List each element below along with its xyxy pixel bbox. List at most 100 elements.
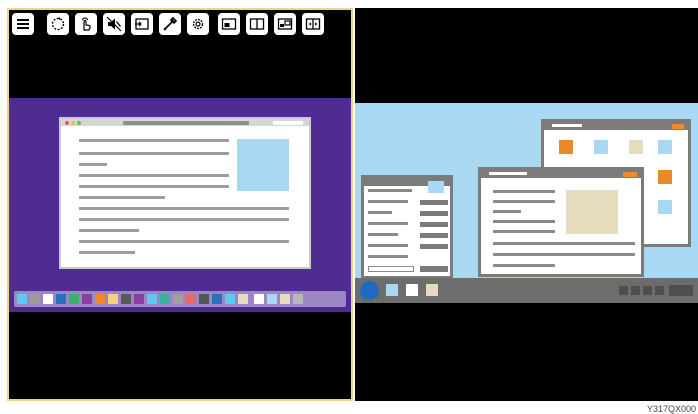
mac-dock bbox=[14, 291, 346, 307]
window-title-line bbox=[552, 124, 582, 127]
form-button bbox=[420, 266, 448, 272]
side-window bbox=[361, 175, 453, 279]
text-line bbox=[79, 163, 107, 166]
dock-app-icon[interactable] bbox=[17, 294, 27, 304]
eyedropper-icon[interactable] bbox=[159, 13, 181, 35]
text-line bbox=[493, 253, 635, 256]
mac-browser-window bbox=[59, 117, 311, 269]
image-placeholder bbox=[428, 181, 444, 193]
dock-app-icon[interactable] bbox=[280, 294, 290, 304]
file-icon bbox=[594, 140, 608, 154]
dock-app-icon[interactable] bbox=[82, 294, 92, 304]
text-line bbox=[493, 210, 521, 213]
text-line bbox=[493, 220, 555, 223]
folder-icon bbox=[658, 170, 672, 184]
text-line bbox=[493, 264, 555, 267]
form-button bbox=[420, 222, 448, 227]
window-close-button bbox=[672, 123, 684, 129]
hamburger-menu-icon[interactable] bbox=[12, 13, 34, 35]
left-display-pane[interactable] bbox=[7, 8, 353, 401]
text-line bbox=[368, 211, 392, 214]
mac-desktop bbox=[9, 98, 351, 312]
minimize-dot-icon bbox=[71, 120, 75, 125]
front-window bbox=[478, 167, 644, 277]
right-display-pane[interactable] bbox=[355, 8, 698, 401]
text-line bbox=[79, 251, 135, 254]
window-close-button bbox=[623, 171, 637, 177]
speaker-mute-icon[interactable] bbox=[103, 13, 125, 35]
picture-in-picture-alt-icon[interactable] bbox=[274, 13, 296, 35]
rotate-icon[interactable] bbox=[47, 13, 69, 35]
text-line bbox=[79, 196, 165, 199]
window-titlebar bbox=[481, 170, 641, 178]
text-line bbox=[493, 230, 555, 233]
picture-in-picture-icon[interactable] bbox=[218, 13, 240, 35]
text-line bbox=[368, 255, 408, 258]
file-icon bbox=[658, 140, 672, 154]
form-button bbox=[420, 211, 448, 216]
dock-app-icon[interactable] bbox=[108, 294, 118, 304]
watermark-code: Y317QX000 bbox=[646, 404, 696, 414]
dock-app-icon[interactable] bbox=[134, 294, 144, 304]
dock-app-icon[interactable] bbox=[147, 294, 157, 304]
input-source-icon[interactable] bbox=[131, 13, 153, 35]
dock-app-icon[interactable] bbox=[225, 294, 235, 304]
close-dot-icon bbox=[65, 120, 69, 125]
text-line bbox=[368, 233, 398, 236]
tray-icon bbox=[655, 286, 664, 295]
dock-app-icon[interactable] bbox=[121, 294, 131, 304]
zoom-dot-icon bbox=[77, 120, 81, 125]
form-button bbox=[420, 233, 448, 238]
dock-app-icon[interactable] bbox=[95, 294, 105, 304]
text-input bbox=[368, 266, 414, 272]
text-line bbox=[368, 189, 412, 192]
file-icon bbox=[629, 140, 643, 154]
split-view-icon[interactable] bbox=[246, 13, 268, 35]
image-placeholder bbox=[566, 190, 618, 234]
address-bar bbox=[123, 120, 249, 125]
text-line bbox=[79, 139, 229, 142]
text-line bbox=[79, 152, 229, 155]
windows-taskbar bbox=[355, 278, 698, 303]
hand-touch-icon[interactable] bbox=[75, 13, 97, 35]
text-line bbox=[493, 200, 555, 203]
toolbar bbox=[12, 13, 347, 39]
text-line bbox=[79, 240, 289, 243]
text-line bbox=[79, 229, 139, 232]
swap-windows-icon[interactable] bbox=[302, 13, 324, 35]
text-line bbox=[493, 242, 635, 245]
search-field bbox=[273, 120, 303, 125]
file-icon bbox=[658, 200, 672, 214]
taskbar-app-icon[interactable] bbox=[426, 284, 438, 296]
tray-icon bbox=[643, 286, 652, 295]
image-placeholder bbox=[237, 139, 289, 191]
text-line bbox=[79, 174, 229, 177]
window-titlebar bbox=[544, 122, 688, 130]
dock-app-icon[interactable] bbox=[43, 294, 53, 304]
dock-app-icon[interactable] bbox=[173, 294, 183, 304]
taskbar-app-icon[interactable] bbox=[406, 284, 418, 296]
dock-app-icon[interactable] bbox=[254, 294, 264, 304]
text-line bbox=[493, 190, 555, 193]
dock-app-icon[interactable] bbox=[56, 294, 66, 304]
dock-app-icon[interactable] bbox=[30, 294, 40, 304]
tray-icon bbox=[631, 286, 640, 295]
dock-app-icon[interactable] bbox=[212, 294, 222, 304]
dock-app-icon[interactable] bbox=[69, 294, 79, 304]
start-button-icon[interactable] bbox=[360, 281, 379, 300]
dock-app-icon[interactable] bbox=[267, 294, 277, 304]
dock-app-icon[interactable] bbox=[160, 294, 170, 304]
windows-desktop bbox=[355, 103, 698, 303]
dock-app-icon[interactable] bbox=[293, 294, 303, 304]
taskbar-app-icon[interactable] bbox=[386, 284, 398, 296]
text-line bbox=[368, 222, 408, 225]
dock-app-icon[interactable] bbox=[238, 294, 248, 304]
text-line bbox=[368, 200, 408, 203]
gear-icon[interactable] bbox=[187, 13, 209, 35]
tray-icon bbox=[619, 286, 628, 295]
dock-app-icon[interactable] bbox=[199, 294, 209, 304]
text-line bbox=[79, 185, 229, 188]
folder-icon bbox=[559, 140, 573, 154]
form-button bbox=[420, 244, 448, 249]
dock-app-icon[interactable] bbox=[186, 294, 196, 304]
